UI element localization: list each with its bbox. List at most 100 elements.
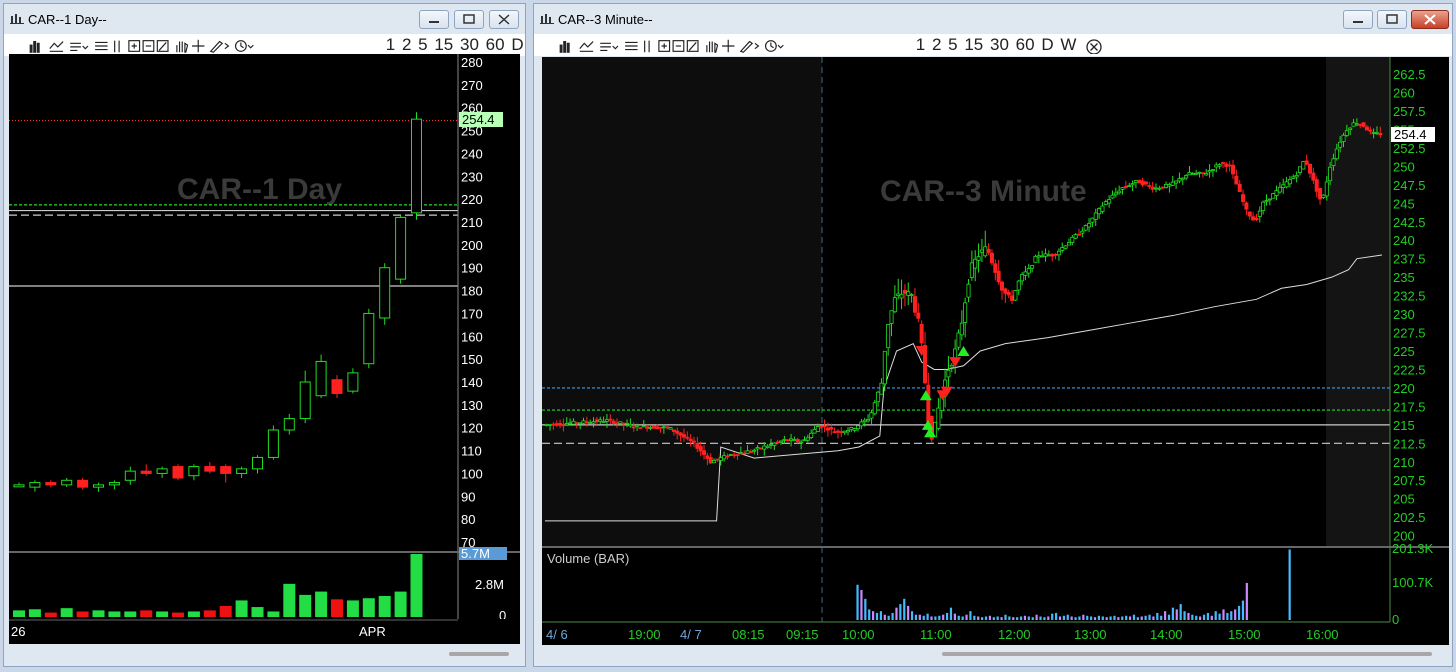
candle — [220, 464, 232, 483]
volume-bar — [1171, 607, 1174, 620]
price-tick: 217.5 — [1393, 399, 1426, 414]
period-60[interactable]: 60 — [1015, 34, 1036, 56]
volume-bar — [1027, 616, 1030, 620]
price-tick: 200 — [461, 238, 483, 253]
volume-bar — [1066, 614, 1069, 620]
clock-icon — [234, 39, 254, 52]
period-D[interactable]: D — [1040, 34, 1054, 56]
horizontal-scrollbar[interactable] — [9, 647, 520, 661]
zoom-in-icon — [658, 39, 671, 52]
volume-bar — [1035, 614, 1038, 620]
price-tick: 150 — [461, 352, 483, 367]
close-button[interactable] — [489, 10, 519, 29]
candle — [45, 480, 57, 488]
title-bar[interactable]: CAR--1 Day-- — [4, 4, 525, 34]
candle — [1234, 169, 1239, 185]
volume-bar — [1237, 605, 1241, 620]
maximize-button[interactable] — [454, 10, 484, 29]
maximize-button[interactable] — [1377, 10, 1407, 29]
period-2[interactable]: 2 — [931, 34, 942, 56]
volume-bar — [1090, 616, 1093, 620]
volume-bar — [1140, 616, 1143, 620]
volume-bar — [1054, 612, 1058, 620]
candle — [1231, 159, 1236, 180]
horizontal-scrollbar[interactable] — [542, 647, 1449, 661]
volume-bar — [965, 614, 968, 620]
volume-bar — [1121, 616, 1124, 620]
toolbar-icons[interactable] — [7, 38, 377, 54]
candle — [879, 378, 884, 395]
volume-bar — [283, 583, 296, 617]
price-tick: 220 — [461, 192, 483, 207]
candle — [1264, 194, 1269, 206]
candle — [1093, 208, 1098, 226]
left-chart-area[interactable]: CAR--1 Day 280 270 260 250 240 230 220 210 200 19… — [9, 54, 520, 644]
candle — [1210, 168, 1215, 177]
title-bar[interactable]: CAR--3 Minute-- — [534, 4, 1452, 34]
volume-bar — [1109, 616, 1112, 620]
minimize-button[interactable] — [419, 10, 449, 29]
price-tick: 230 — [1393, 307, 1415, 322]
period-W[interactable]: W — [1059, 34, 1077, 56]
period-60[interactable]: 60 — [485, 34, 506, 56]
period-5[interactable]: 5 — [947, 34, 958, 56]
candle — [1301, 160, 1306, 170]
right-chart-area[interactable]: CAR--3 Minute 262.5260257.5255252.525024… — [542, 57, 1449, 645]
candle — [124, 466, 136, 485]
period-30[interactable]: 30 — [989, 34, 1010, 56]
time-axis-label: 4/ 6 — [546, 627, 568, 642]
volume-bar — [922, 615, 925, 620]
volume-bar — [92, 610, 105, 617]
period-D[interactable]: D — [510, 34, 524, 56]
volume-bar — [969, 611, 972, 620]
time-axis-label: 4/ 7 — [680, 627, 702, 642]
minimize-button[interactable] — [1343, 10, 1373, 29]
volume-bar — [187, 611, 200, 617]
candle — [1137, 179, 1142, 184]
volume-bar — [868, 609, 871, 620]
candle — [1090, 217, 1095, 228]
close-circle-icon[interactable] — [1085, 38, 1103, 54]
x-label-26: 26 — [11, 624, 25, 639]
candle — [395, 215, 407, 284]
period-15[interactable]: 15 — [433, 34, 454, 56]
candle — [1281, 178, 1286, 194]
candle — [1361, 122, 1366, 128]
period-5[interactable]: 5 — [417, 34, 428, 56]
candle — [909, 293, 914, 303]
volume-bar — [1160, 615, 1163, 620]
candle — [156, 466, 168, 478]
volume-pane-label: Volume (BAR) — [547, 551, 629, 566]
price-tick: 250 — [1393, 159, 1415, 174]
volume-tick-max: 5.7M — [461, 546, 490, 561]
time-axis-label: 19:00 — [628, 627, 661, 642]
candle — [668, 427, 673, 430]
volume-bar — [378, 596, 391, 617]
price-tick: 240 — [461, 146, 483, 161]
candle — [849, 426, 854, 432]
candle — [108, 480, 120, 490]
volume-bar — [907, 605, 910, 620]
volume-bar — [961, 616, 964, 620]
period-1[interactable]: 1 — [385, 34, 396, 56]
crosshair-icon — [722, 39, 735, 52]
candle — [1261, 200, 1266, 215]
period-30[interactable]: 30 — [459, 34, 480, 56]
candle — [956, 329, 961, 351]
close-button[interactable] — [1411, 10, 1449, 29]
period-2[interactable]: 2 — [401, 34, 412, 56]
volume-bar — [267, 611, 280, 617]
price-tick: 257.5 — [1393, 104, 1426, 119]
candle — [1297, 166, 1302, 176]
price-tick: 180 — [461, 284, 483, 299]
toolbar-icons[interactable] — [537, 38, 907, 54]
period-1[interactable]: 1 — [915, 34, 926, 56]
period-15[interactable]: 15 — [963, 34, 984, 56]
candle — [1251, 212, 1256, 221]
volume-tick-max: 201.3K — [1392, 541, 1434, 556]
candle — [363, 308, 375, 369]
candle — [1123, 180, 1128, 190]
time-axis-label: 15:00 — [1228, 627, 1261, 642]
window-title: CAR--3 Minute-- — [558, 12, 653, 27]
volume-bar — [1031, 617, 1034, 620]
